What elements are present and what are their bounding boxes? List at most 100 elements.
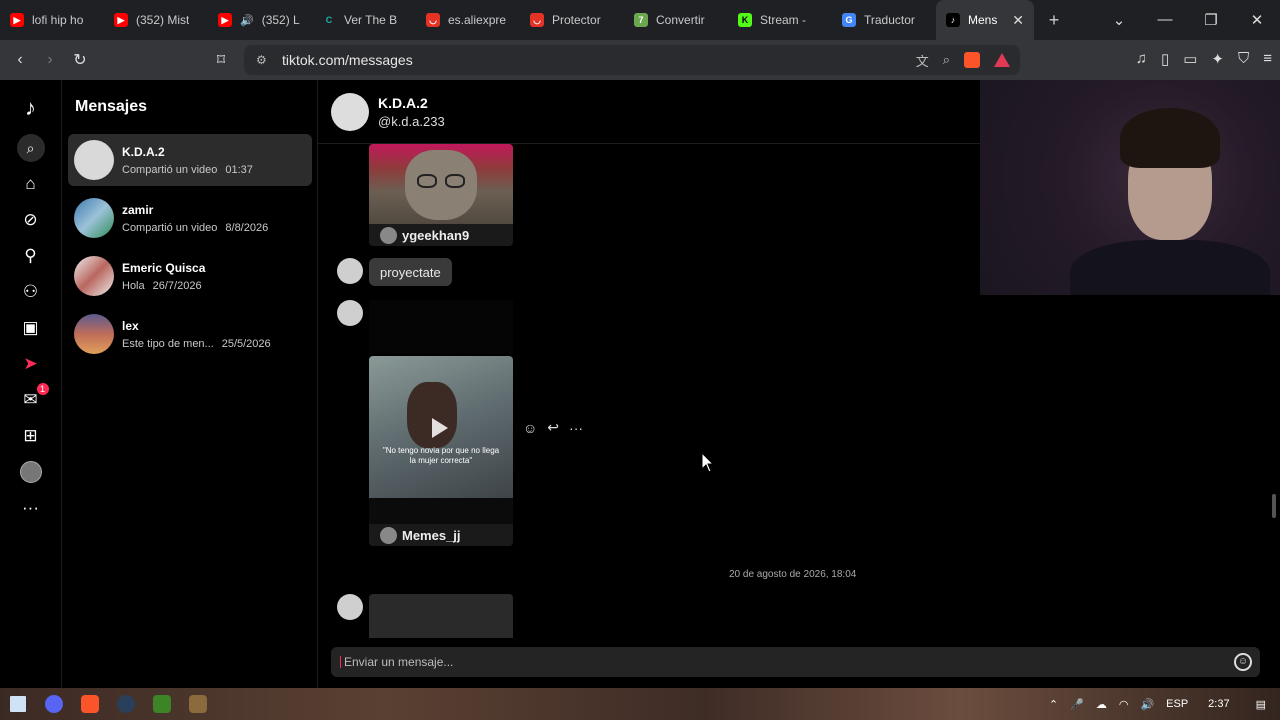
conversation-item[interactable]: K.D.A.2 Compartió un video 01:37: [68, 134, 312, 186]
brave-shields-icon[interactable]: [964, 52, 980, 68]
avatar[interactable]: [337, 258, 363, 284]
home-icon[interactable]: ⌂: [17, 170, 45, 198]
tiktok-logo-icon[interactable]: ♪: [17, 94, 45, 122]
menu-icon[interactable]: ≡: [1263, 50, 1272, 68]
browser-tab[interactable]: G Traductor: [832, 0, 936, 40]
convert-icon: 7: [634, 13, 648, 27]
following-icon[interactable]: ⚲: [17, 242, 45, 270]
minecraft-icon[interactable]: [144, 688, 180, 720]
restore-icon[interactable]: ❐: [1188, 11, 1234, 29]
tab-search-icon[interactable]: ⌄: [1096, 11, 1142, 29]
sidebar-icon[interactable]: ▯: [1161, 50, 1169, 68]
language-indicator[interactable]: ESP: [1166, 698, 1188, 710]
browser-tab[interactable]: ▶ (352) Mist: [104, 0, 208, 40]
close-tab-icon[interactable]: ✕: [1012, 12, 1024, 29]
browser-tab[interactable]: ▶ lofi hip ho: [0, 0, 104, 40]
clock[interactable]: 2:37: [1208, 698, 1229, 710]
media-icon[interactable]: ♫: [1136, 50, 1147, 68]
more-icon[interactable]: ···: [17, 494, 45, 522]
url-field[interactable]: ⚙ tiktok.com/messages 文 ⌕: [244, 45, 1020, 75]
video-owner: Memes_jj: [402, 527, 461, 543]
minimize-icon[interactable]: —: [1142, 11, 1188, 29]
profile-avatar[interactable]: [17, 458, 45, 486]
avatar[interactable]: [337, 594, 363, 620]
browser-tab-active[interactable]: ♪ Mens ✕: [936, 0, 1034, 40]
chevron-up-icon[interactable]: ⌃: [1049, 698, 1058, 711]
conversation-item[interactable]: Emeric Quisca Hola 26/7/2026: [68, 250, 312, 302]
explore-icon[interactable]: ⊘: [17, 206, 45, 234]
leo-ai-icon[interactable]: ✦: [1211, 50, 1224, 68]
close-window-icon[interactable]: ✕: [1234, 11, 1280, 29]
reload-icon[interactable]: ↻: [65, 50, 95, 70]
browser-tab[interactable]: ▶ 🔊 (352) L: [208, 0, 312, 40]
steam-icon[interactable]: [108, 688, 144, 720]
browser-tab[interactable]: K Stream -: [728, 0, 832, 40]
shared-video-card[interactable]: [369, 594, 513, 638]
wallet-icon[interactable]: ▭: [1183, 50, 1197, 68]
discord-icon[interactable]: [36, 688, 72, 720]
speaker-icon: 🔊: [240, 14, 254, 27]
reply-icon[interactable]: ↩: [547, 419, 559, 436]
avatar: [380, 226, 397, 244]
new-tab-button[interactable]: +: [1034, 10, 1074, 31]
forward-icon[interactable]: ›: [35, 51, 65, 69]
conversation-item[interactable]: zamir Compartió un video 8/8/2026: [68, 192, 312, 244]
messages-icon[interactable]: ➤: [17, 350, 45, 378]
video-thumbnail[interactable]: [369, 144, 513, 224]
chat-contact-handle: @k.d.a.233: [378, 114, 445, 129]
browser-tab-bar: ▶ lofi hip ho ▶ (352) Mist ▶ 🔊 (352) L C Ver …: [0, 0, 1280, 40]
conversation-item[interactable]: lex Este tipo de men... 25/5/2026: [68, 308, 312, 360]
zoom-icon[interactable]: ⌕: [943, 52, 950, 68]
system-tray: ⌃ 🎤 ☁ ◠ 🔊 ESP 2:37 ▤: [1049, 698, 1280, 711]
shared-video-card[interactable]: "No tengo novia por que no llega la muje…: [369, 356, 513, 546]
c-icon: C: [325, 15, 333, 25]
shared-video-card[interactable]: ygeekhan9: [369, 144, 513, 246]
back-icon[interactable]: ‹: [5, 51, 35, 69]
minecraft-launcher-icon[interactable]: [180, 688, 216, 720]
upload-icon[interactable]: ⊞: [17, 422, 45, 450]
search-icon[interactable]: ⌕: [16, 134, 45, 162]
conversation-list: Mensajes K.D.A.2 Compartió un video 01:37 …: [62, 80, 318, 688]
brave-rewards-icon[interactable]: [994, 53, 1010, 67]
avatar: [74, 314, 114, 354]
nav-rail: ♪ ⌕ ⌂ ⊘ ⚲ ⚇ ▣ ➤ ✉ 1 ⊞ ···: [0, 80, 62, 688]
microphone-icon[interactable]: 🎤: [1070, 698, 1084, 711]
emoji-icon[interactable]: ☺: [1234, 653, 1252, 671]
react-icon[interactable]: ☺: [523, 420, 537, 436]
tiktok-icon: ♪: [946, 13, 960, 27]
avatar[interactable]: [337, 300, 363, 326]
message-input[interactable]: Enviar un mensaje... ☺: [331, 647, 1260, 677]
windows-taskbar: ⌃ 🎤 ☁ ◠ 🔊 ESP 2:37 ▤: [0, 688, 1280, 720]
chat-contact-name[interactable]: K.D.A.2: [378, 95, 428, 111]
avatar[interactable]: [331, 93, 369, 131]
vpn-icon[interactable]: ⛉: [1238, 50, 1249, 68]
live-icon[interactable]: ▣: [17, 314, 45, 342]
brave-icon[interactable]: [72, 688, 108, 720]
volume-icon[interactable]: 🔊: [1140, 698, 1154, 711]
browser-tab[interactable]: C Ver The B: [312, 0, 416, 40]
friends-icon[interactable]: ⚇: [17, 278, 45, 306]
message-list: ygeekhan9 proyectate "No tengo novia por…: [318, 144, 1280, 638]
video-spacer: [369, 300, 513, 354]
site-settings-icon[interactable]: ⚙: [256, 53, 267, 67]
bookmark-icon[interactable]: ⌑: [206, 50, 236, 70]
page-title: Mensajes: [75, 98, 148, 115]
chat-panel: K.D.A.2 @k.d.a.233 ygeekhan9 proyectate: [318, 80, 1280, 688]
scrollbar[interactable]: [1272, 494, 1276, 518]
browser-tab[interactable]: ◡ es.aliexpre: [416, 0, 520, 40]
inbox-icon[interactable]: ✉ 1: [17, 383, 49, 414]
video-owner: ygeekhan9: [402, 227, 470, 243]
more-options-icon[interactable]: ···: [569, 420, 583, 436]
youtube-icon: ▶: [10, 13, 24, 27]
youtube-icon: ▶: [218, 13, 232, 27]
avatar: [380, 526, 397, 544]
translate-page-icon[interactable]: 文: [916, 51, 929, 70]
notification-center-icon[interactable]: ▤: [1256, 698, 1266, 711]
browser-tab[interactable]: 7 Convertir: [624, 0, 728, 40]
browser-tab[interactable]: ◡ Protector: [520, 0, 624, 40]
video-thumbnail[interactable]: "No tengo novia por que no llega la muje…: [369, 356, 513, 498]
windows-start-icon[interactable]: [0, 688, 36, 720]
wifi-icon[interactable]: ◠: [1119, 698, 1129, 711]
youtube-icon: ▶: [114, 13, 128, 27]
onedrive-icon[interactable]: ☁: [1096, 698, 1107, 711]
